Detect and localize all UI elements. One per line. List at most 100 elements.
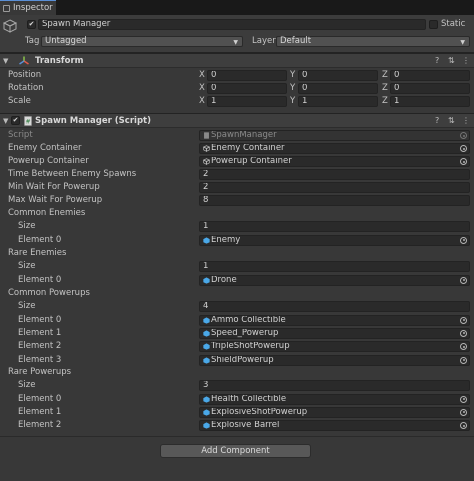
transform-rotation-label: Rotation xyxy=(8,83,44,93)
min-wait-for-powerup-field[interactable]: 2 xyxy=(199,182,470,193)
script-component-header[interactable]: ▼ ✔ # Spawn Manager (Script) ? ⇅ ⋮ xyxy=(0,113,474,128)
script-object-field: SpawnManager xyxy=(199,130,470,141)
transform-rotation-x-field[interactable]: 0 xyxy=(207,83,287,94)
script-file-icon xyxy=(204,132,209,139)
rare-powerups-foldout[interactable]: Rare Powerups xyxy=(8,366,71,379)
rare-enemies-size-field[interactable]: 1 xyxy=(199,261,470,273)
chevron-down-icon: ▼ xyxy=(233,39,238,46)
transform-rotation-y-field[interactable]: 0 xyxy=(298,83,378,94)
preset-icon[interactable]: ⇅ xyxy=(448,114,455,128)
layer-dropdown[interactable]: Default ▼ xyxy=(276,36,470,47)
script-component-title: Spawn Manager (Script) xyxy=(35,116,151,126)
object-picker-icon[interactable] xyxy=(460,422,467,430)
rare-enemies-foldout[interactable]: Rare Enemies xyxy=(8,247,66,260)
time-between-enemy-spawns-field[interactable]: 2 xyxy=(199,169,470,180)
axis-y-label[interactable]: Y xyxy=(290,96,295,107)
rare-powerups-element-field[interactable]: Explosive Barrel xyxy=(199,420,470,432)
object-picker-icon[interactable] xyxy=(460,329,467,337)
check-icon: ✔ xyxy=(28,20,35,28)
transform-title: Transform xyxy=(35,56,84,66)
rare-powerups-size-field[interactable]: 3 xyxy=(199,380,470,392)
object-picker-icon[interactable] xyxy=(460,408,467,416)
enemy-container-field[interactable]: Enemy Container xyxy=(199,143,470,154)
rare-enemies-label: Rare Enemies xyxy=(8,248,67,258)
object-picker-icon[interactable] xyxy=(460,316,467,324)
prefab-cube-icon xyxy=(203,316,210,324)
prefab-cube-icon xyxy=(203,236,210,244)
preset-icon[interactable]: ⇅ xyxy=(448,54,455,68)
script-label: Script xyxy=(8,130,33,140)
object-picker-icon[interactable] xyxy=(460,145,467,152)
gameobject-cube-icon xyxy=(203,145,210,152)
foldout-arrow-icon[interactable]: ▼ xyxy=(3,114,8,128)
transform-scale-z-field[interactable]: 1 xyxy=(390,96,470,107)
axis-x-label[interactable]: X xyxy=(199,83,205,94)
common-powerups-size-field[interactable]: 4 xyxy=(199,301,470,313)
transform-position-z-field[interactable]: 0 xyxy=(390,70,470,81)
rare-powerups-element-field[interactable]: Health Collectible xyxy=(199,393,470,405)
powerup-container-field[interactable]: Powerup Container xyxy=(199,156,470,167)
common-powerups-element-value: TripleShotPowerup xyxy=(211,341,290,352)
axis-y-label[interactable]: Y xyxy=(290,83,295,94)
max-wait-for-powerup-field[interactable]: 8 xyxy=(199,195,470,206)
object-picker-icon[interactable] xyxy=(460,343,467,351)
common-powerups-element-value: Speed_Powerup xyxy=(211,327,279,338)
rare-enemies-element-value: Drone xyxy=(211,274,237,285)
min-wait-for-powerup-label: Min Wait For Powerup xyxy=(8,182,100,192)
rare-powerups-element-field[interactable]: ExplosiveShotPowerup xyxy=(199,406,470,418)
axis-y-label[interactable]: Y xyxy=(290,70,295,81)
active-checkbox[interactable]: ✔ xyxy=(27,20,36,29)
layer-label: Layer xyxy=(252,36,276,46)
rare-powerups-element-value: Health Collectible xyxy=(211,393,287,404)
common-powerups-element-field[interactable]: Speed_Powerup xyxy=(199,327,470,339)
gameobject-cube-icon xyxy=(203,158,210,165)
axis-z-label[interactable]: Z xyxy=(382,70,388,81)
common-powerups-element-field[interactable]: TripleShotPowerup xyxy=(199,341,470,353)
object-picker-icon[interactable] xyxy=(460,356,467,364)
common-powerups-element-field[interactable]: ShieldPowerup xyxy=(199,354,470,366)
common-enemies-foldout[interactable]: Common Enemies xyxy=(8,207,85,220)
help-icon[interactable]: ? xyxy=(435,114,439,128)
object-picker-icon[interactable] xyxy=(460,236,467,244)
tab-bar xyxy=(0,0,474,15)
axis-x-label[interactable]: X xyxy=(199,96,205,107)
transform-scale-x-field[interactable]: 1 xyxy=(207,96,287,107)
common-enemies-element-field[interactable]: Enemy xyxy=(199,234,470,246)
rare-powerups-size-label: Size xyxy=(18,380,36,391)
common-powerups-element-field[interactable]: Ammo Collectible xyxy=(199,314,470,326)
rare-enemies-element-field[interactable]: Drone xyxy=(199,274,470,286)
common-powerups-element-label: Element 0 xyxy=(18,314,62,325)
rare-powerups-element-value: Explosive Barrel xyxy=(211,420,280,431)
more-options-icon[interactable]: ⋮ xyxy=(462,114,470,128)
axis-z-label[interactable]: Z xyxy=(382,83,388,94)
foldout-arrow-icon[interactable]: ▼ xyxy=(3,54,8,68)
gameobject-name-field[interactable]: Spawn Manager xyxy=(38,19,426,30)
object-picker-icon[interactable] xyxy=(460,276,467,284)
axis-x-label[interactable]: X xyxy=(199,70,205,81)
common-enemies-size-field[interactable]: 1 xyxy=(199,221,470,233)
static-label: Static xyxy=(441,19,466,29)
tag-label: Tag xyxy=(25,36,40,46)
tab-inspector[interactable]: Inspector xyxy=(0,0,56,15)
more-options-icon[interactable]: ⋮ xyxy=(462,54,470,68)
transform-position-y-field[interactable]: 0 xyxy=(298,70,378,81)
gameobject-cube-icon xyxy=(3,19,17,33)
object-picker-icon[interactable] xyxy=(460,158,467,165)
object-picker-icon[interactable] xyxy=(460,395,467,403)
transform-header[interactable]: ▼ Transform ? ⇅ ⋮ xyxy=(0,53,474,68)
common-powerups-foldout[interactable]: Common Powerups xyxy=(8,287,90,300)
axis-z-label[interactable]: Z xyxy=(382,96,388,107)
add-component-button[interactable]: Add Component xyxy=(160,444,311,458)
script-enabled-checkbox[interactable]: ✔ xyxy=(11,116,20,125)
prefab-cube-icon xyxy=(203,343,210,350)
tag-value: Untagged xyxy=(45,36,87,46)
transform-scale-y-field[interactable]: 1 xyxy=(298,96,378,107)
prefab-cube-icon xyxy=(203,422,210,429)
layer-value: Default xyxy=(280,36,312,46)
transform-position-x-field[interactable]: 0 xyxy=(207,70,287,81)
static-checkbox[interactable] xyxy=(429,20,438,29)
script-file-icon: # xyxy=(24,116,32,126)
transform-rotation-z-field[interactable]: 0 xyxy=(390,83,470,94)
help-icon[interactable]: ? xyxy=(435,54,439,68)
tag-dropdown[interactable]: Untagged ▼ xyxy=(41,36,243,47)
